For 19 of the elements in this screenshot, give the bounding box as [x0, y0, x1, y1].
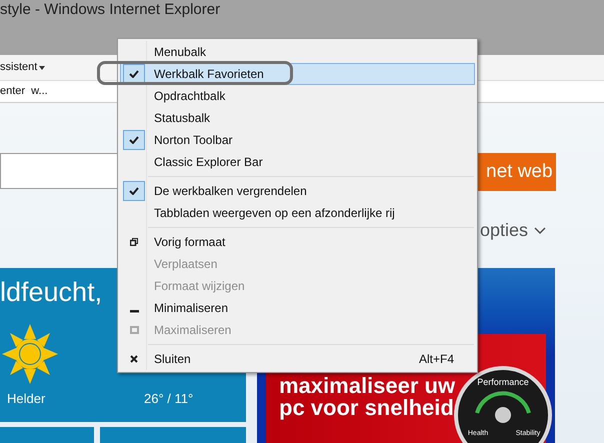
- weather-heading: ldfeucht,: [0, 276, 102, 309]
- window-title: style - Windows Internet Explorer: [0, 0, 220, 20]
- menu-item-label: Norton Toolbar: [154, 132, 232, 149]
- menu-item-label: Opdrachtbalk: [154, 88, 226, 105]
- menu-item-label: Statusbalk: [154, 110, 210, 127]
- menu-item-label: Formaat wijzigen: [154, 278, 245, 295]
- menu-item-label: Classic Explorer Bar: [154, 154, 263, 171]
- menu-item-label: Werkbalk Favorieten: [154, 66, 264, 83]
- menu-item-label: Vorig formaat: [154, 234, 226, 251]
- menu-item-label: De werkbalken vergrendelen: [154, 183, 307, 200]
- menu-item-label: Minimaliseren: [154, 300, 228, 317]
- menu-item-label: Menubalk: [154, 44, 206, 61]
- temperature-range: 26° / 11°: [144, 390, 194, 408]
- menu-item-label: Tabbladen weergeven op een afzonderlijke rij: [154, 205, 395, 222]
- weather-condition: Helder: [7, 390, 46, 408]
- shortcut-text: Alt+F4: [418, 351, 454, 368]
- menu-item-label: Maximaliseren: [154, 322, 232, 339]
- menu-item-label: Sluiten: [154, 351, 191, 368]
- menu-item-label: Verplaatsen: [154, 256, 218, 273]
